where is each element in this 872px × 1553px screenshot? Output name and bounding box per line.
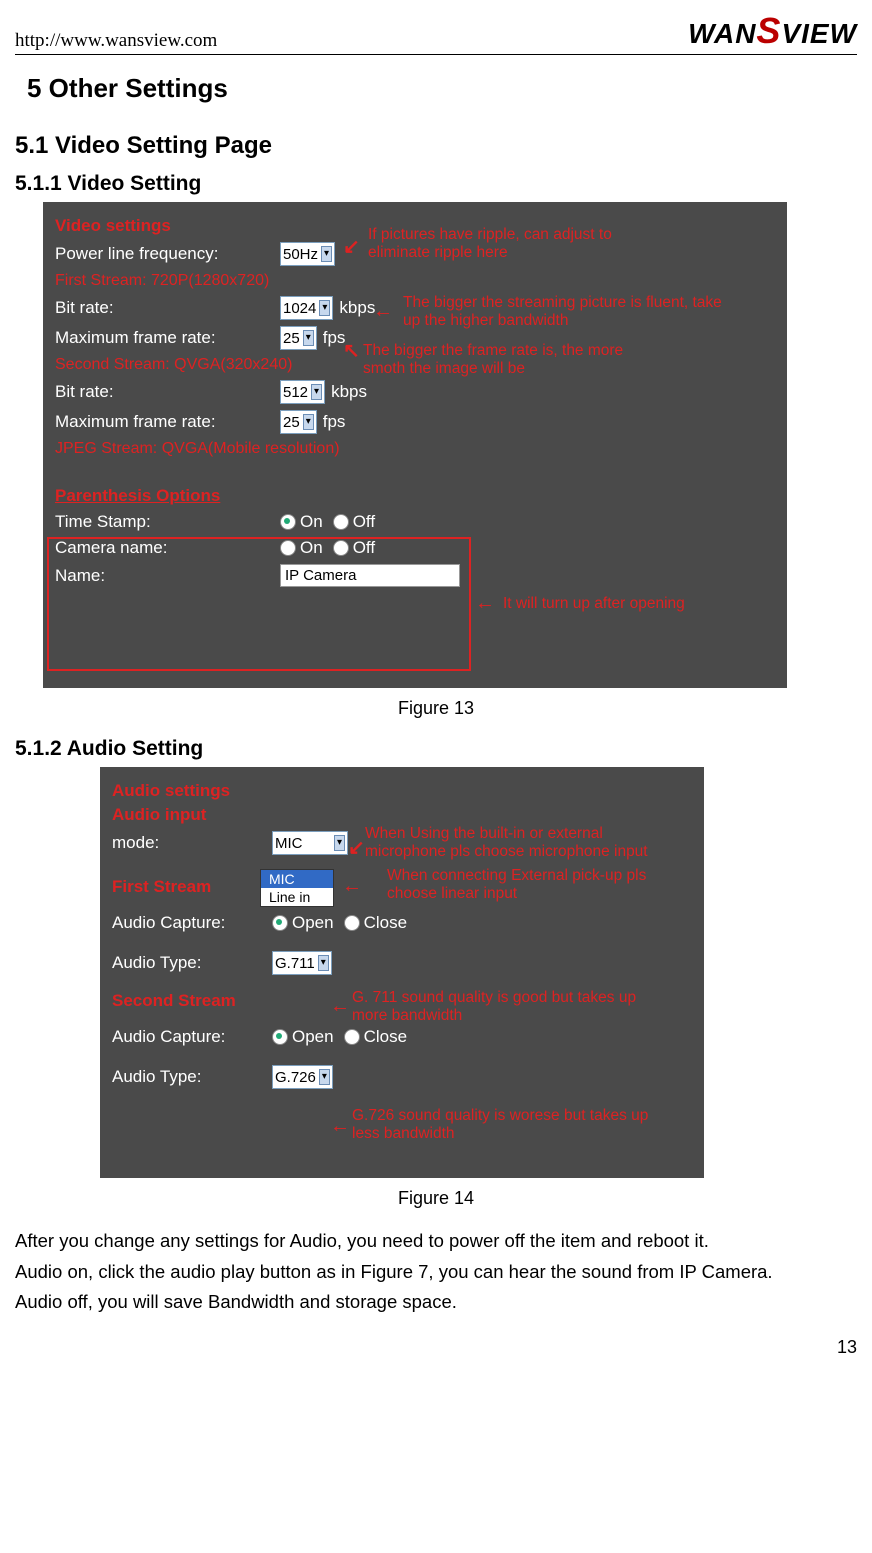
capture1-open-radio[interactable] [272,915,288,931]
anno-opening: It will turn up after opening [503,595,753,613]
heading-5-1-1: 5.1.1 Video Setting [15,172,857,196]
mfr1-select[interactable]: 25▾ [280,326,317,350]
para-2: Audio on, click the audio play button as… [15,1258,857,1287]
bitrate2-label: Bit rate: [55,382,280,402]
off-label: Off [353,512,375,532]
heading-5-1: 5.1 Video Setting Page [15,132,857,160]
para-1: After you change any settings for Audio,… [15,1227,857,1256]
close-label: Close [364,1027,407,1047]
chevron-down-icon: ▾ [303,414,314,430]
type1-value: G.711 [275,955,315,972]
kbps-unit: kbps [331,382,367,402]
open-label: Open [292,913,334,933]
chevron-down-icon: ▾ [311,384,322,400]
mode-option-linein[interactable]: Line in [261,888,333,906]
mode-value: MIC [275,835,303,852]
figure-14-caption: Figure 14 [15,1188,857,1209]
close-label: Close [364,913,407,933]
heading-5-1-2: 5.1.2 Audio Setting [15,737,857,761]
parenth-title: Parenthesis Options [55,486,775,506]
type1-select[interactable]: G.711▾ [272,951,332,975]
anno-bandwidth: The bigger the streaming picture is flue… [403,294,743,330]
arrow-icon: ↙ [343,234,360,259]
chevron-down-icon: ▾ [334,835,345,851]
audio-settings-panel: Audio settings Audio input mode: MIC ▾ MI… [100,767,704,1178]
video-settings-panel: Video settings Power line frequency: 50H… [43,202,787,688]
mfr2-value: 25 [283,414,300,431]
bitrate2-value: 512 [283,384,308,401]
logo-left: WAN [688,18,756,49]
plf-label: Power line frequency: [55,244,280,264]
chevron-down-icon: ▾ [303,330,314,346]
arrow-icon: ← [475,592,495,615]
open-label: Open [292,1027,334,1047]
audio-input-title: Audio input [112,805,692,825]
capture1-close-radio[interactable] [344,915,360,931]
fps-unit: fps [323,328,346,348]
page-header: http://www.wansview.com WANSVIEW [15,10,857,55]
kbps-unit: kbps [339,298,375,318]
chevron-down-icon: ▾ [321,246,332,262]
mfr1-value: 25 [283,330,300,347]
arrow-icon: ← [330,995,350,1018]
plf-select[interactable]: 50Hz▾ [280,242,335,266]
bitrate2-select[interactable]: 512▾ [280,380,325,404]
mode-dropdown: MIC Line in [260,869,334,907]
type2-value: G.726 [275,1069,316,1086]
chevron-down-icon: ▾ [318,955,329,971]
header-url: http://www.wansview.com [15,30,217,52]
first-stream-title: First Stream: 720P(1280x720) [55,272,775,290]
fps-unit: fps [323,412,346,432]
arrow-icon: ↙ [348,835,365,860]
mode-select[interactable]: MIC ▾ [272,831,348,855]
mode-option-mic[interactable]: MIC [261,870,333,888]
para-3: Audio off, you will save Bandwidth and s… [15,1288,857,1317]
logo: WANSVIEW [688,10,857,52]
anno-linein: When connecting External pick-up pls cho… [387,867,677,903]
type2-select[interactable]: G.726▾ [272,1065,333,1089]
capture2-close-radio[interactable] [344,1029,360,1045]
anno-ripple: If pictures have ripple, can adjust to e… [368,226,668,262]
capture2-open-radio[interactable] [272,1029,288,1045]
anno-g726: G.726 sound quality is worese but takes … [352,1107,672,1143]
bitrate1-label: Bit rate: [55,298,280,318]
capture1-label: Audio Capture: [112,913,272,933]
page-number: 13 [15,1337,857,1358]
arrow-icon: ← [373,300,393,323]
plf-value: 50Hz [283,246,318,263]
timestamp-label: Time Stamp: [55,512,280,532]
logo-s: S [756,10,781,51]
bitrate1-select[interactable]: 1024▾ [280,296,333,320]
arrow-icon: ↖ [343,338,360,363]
mfr1-label: Maximum frame rate: [55,328,280,348]
timestamp-on-radio[interactable] [280,514,296,530]
anno-g711: G. 711 sound quality is good but takes u… [352,989,662,1025]
chevron-down-icon: ▾ [319,300,330,316]
mfr2-label: Maximum frame rate: [55,412,280,432]
timestamp-off-radio[interactable] [333,514,349,530]
arrow-icon: ← [342,875,362,898]
anno-mic: When Using the built-in or external micr… [365,825,675,861]
type2-label: Audio Type: [112,1067,272,1087]
mfr2-select[interactable]: 25▾ [280,410,317,434]
jpeg-stream-title: JPEG Stream: QVGA(Mobile resolution) [55,440,775,458]
arrow-icon: ← [330,1115,350,1138]
on-label: On [300,512,323,532]
parenthesis-highlight-box [47,537,471,671]
audio-title: Audio settings [112,781,692,801]
anno-framerate: The bigger the frame rate is, the more s… [363,342,663,378]
heading-5: 5 Other Settings [27,73,857,104]
bitrate1-value: 1024 [283,300,316,317]
figure-13-caption: Figure 13 [15,698,857,719]
type1-label: Audio Type: [112,953,272,973]
capture2-label: Audio Capture: [112,1027,272,1047]
logo-right: VIEW [781,18,857,49]
chevron-down-icon: ▾ [319,1069,330,1085]
mode-label: mode: [112,833,272,853]
